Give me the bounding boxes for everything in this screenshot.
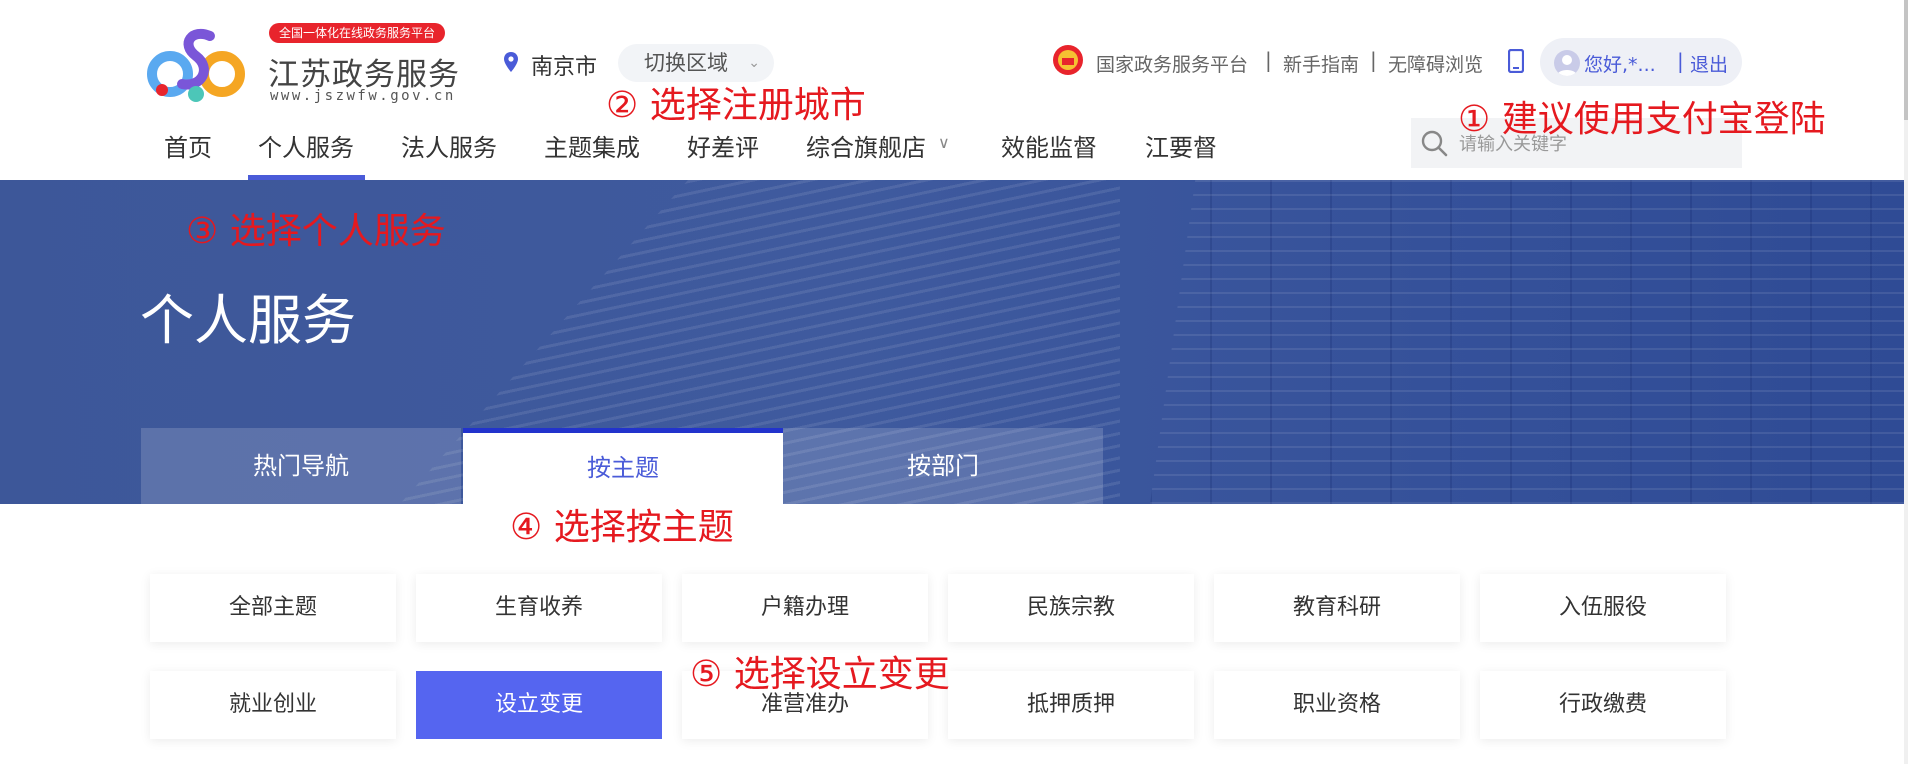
jiangsu-logo-icon[interactable] xyxy=(140,24,252,104)
location-pin-icon xyxy=(504,52,518,72)
search-icon[interactable] xyxy=(1419,128,1449,158)
user-greeting[interactable]: 您好,*... xyxy=(1584,50,1656,77)
theme-household-registration[interactable]: 户籍办理 xyxy=(682,574,928,642)
annotation-step-5: ⑤ 选择设立变更 xyxy=(690,654,950,695)
tab-by-theme[interactable]: 按主题 xyxy=(463,428,783,504)
accessibility-link[interactable]: 无障碍浏览 xyxy=(1388,50,1483,77)
tab-by-department[interactable]: 按部门 xyxy=(783,428,1103,504)
user-avatar-icon xyxy=(1557,55,1577,76)
scrollbar-thumb[interactable] xyxy=(1904,0,1908,120)
link-separator: | xyxy=(1370,48,1377,72)
national-platform-link[interactable]: 国家政务服务平台 xyxy=(1096,50,1248,77)
logo-tagline: 全国一体化在线政务服务平台 xyxy=(269,23,446,43)
mobile-phone-icon[interactable] xyxy=(1508,49,1524,73)
user-account-pill: 您好,*... | 退出 xyxy=(1540,38,1742,86)
site-url: www.jszwfw.gov.cn xyxy=(270,88,456,104)
avatar[interactable] xyxy=(1554,50,1580,76)
annotation-step-2: ② 选择注册城市 xyxy=(606,85,866,126)
switch-region-label: 切换区域 xyxy=(644,51,728,75)
page-scrollbar[interactable] xyxy=(1904,0,1908,764)
nav-item-home[interactable]: 首页 xyxy=(164,128,212,163)
page-title: 个人服务 xyxy=(140,289,356,352)
annotation-step-4: ④ 选择按主题 xyxy=(510,507,734,548)
link-separator: | xyxy=(1265,48,1272,72)
theme-administrative-fees[interactable]: 行政缴费 xyxy=(1480,671,1726,739)
user-separator: | xyxy=(1677,49,1684,73)
theme-all[interactable]: 全部主题 xyxy=(150,574,396,642)
theme-professional-qualification[interactable]: 职业资格 xyxy=(1214,671,1460,739)
current-city: 南京市 xyxy=(531,55,598,80)
nav-item-efficiency-supervision[interactable]: 效能监督 xyxy=(1001,128,1097,163)
nav-item-reviews[interactable]: 好差评 xyxy=(687,128,759,163)
theme-establishment-change[interactable]: 设立变更 xyxy=(416,671,662,739)
beginner-guide-link[interactable]: 新手指南 xyxy=(1283,50,1359,77)
banner-building-graphic xyxy=(1150,180,1904,504)
nav-item-jiangyaodu[interactable]: 江要督 xyxy=(1145,128,1217,163)
annotation-step-3: ③ 选择个人服务 xyxy=(186,211,446,252)
theme-education-research[interactable]: 教育科研 xyxy=(1214,574,1460,642)
nav-item-corporate-services[interactable]: 法人服务 xyxy=(401,128,497,163)
nav-item-personal-services[interactable]: 个人服务 xyxy=(258,128,354,163)
national-emblem-icon xyxy=(1053,45,1083,75)
nav-item-theme-integration[interactable]: 主题集成 xyxy=(544,128,640,163)
theme-birth-adoption[interactable]: 生育收养 xyxy=(416,574,662,642)
chevron-down-icon[interactable]: ∨ xyxy=(938,133,950,152)
nav-item-flagship-store[interactable]: 综合旗舰店 xyxy=(806,128,926,163)
theme-employment[interactable]: 就业创业 xyxy=(150,671,396,739)
theme-ethnic-religion[interactable]: 民族宗教 xyxy=(948,574,1194,642)
annotation-step-1: ① 建议使用支付宝登陆 xyxy=(1458,99,1826,140)
logout-link[interactable]: 退出 xyxy=(1690,50,1728,77)
theme-mortgage-pledge[interactable]: 抵押质押 xyxy=(948,671,1194,739)
tab-hot-navigation[interactable]: 热门导航 xyxy=(141,428,461,504)
theme-military-service[interactable]: 入伍服役 xyxy=(1480,574,1726,642)
